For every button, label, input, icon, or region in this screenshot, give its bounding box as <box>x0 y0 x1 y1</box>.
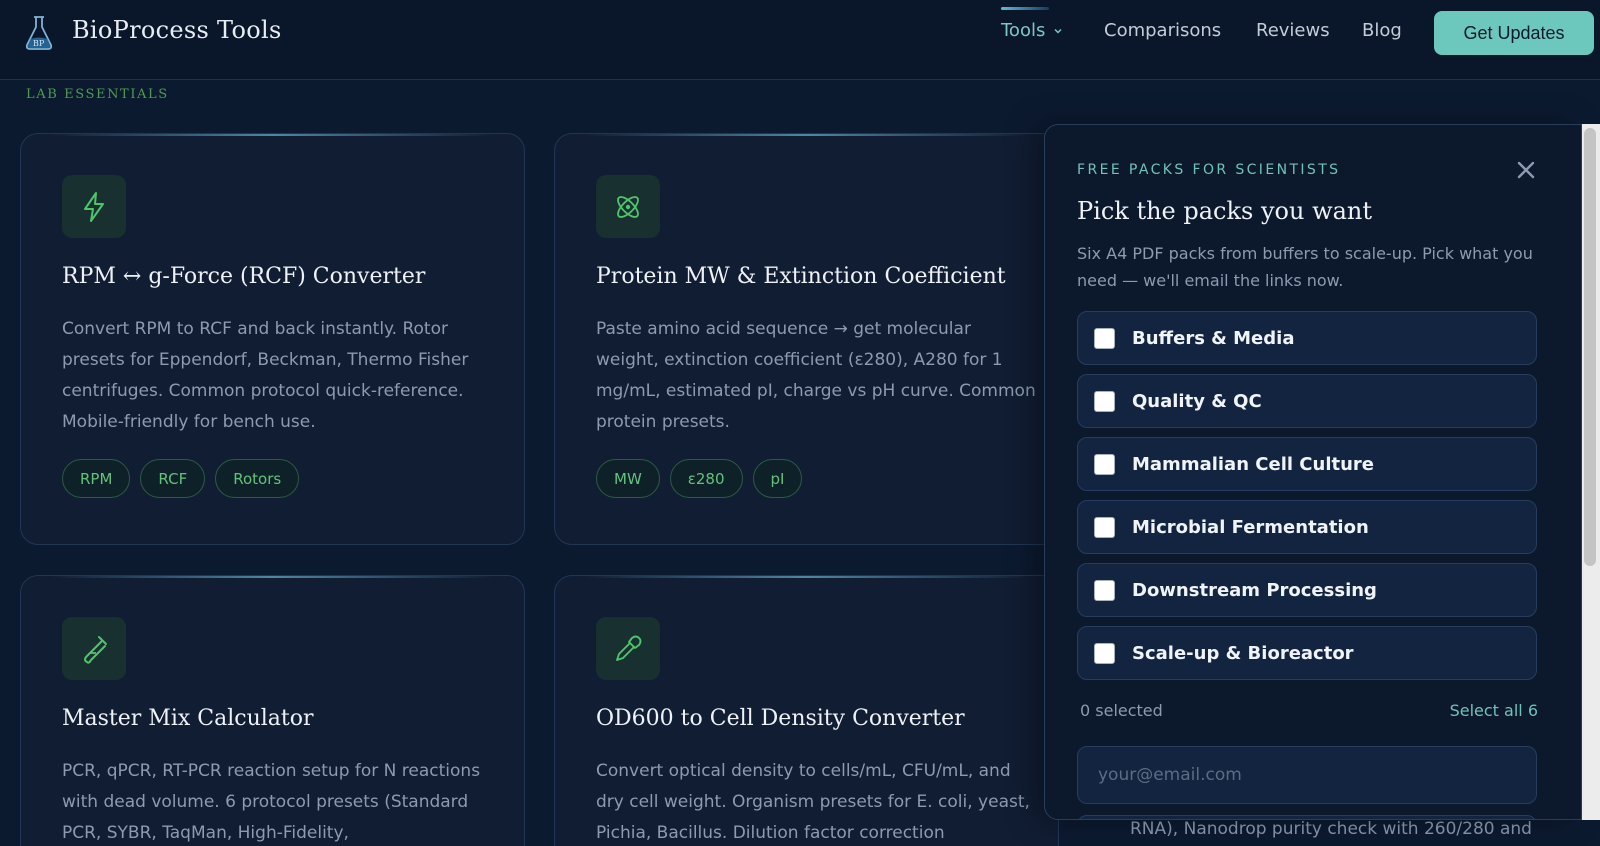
top-nav-bar: BP BioProcess Tools Tools Comparisons Re… <box>0 0 1600 80</box>
pack-option-microbial-fermentation[interactable]: Microbial Fermentation <box>1077 500 1537 554</box>
pack-label: Quality & QC <box>1132 390 1262 412</box>
pack-checkbox[interactable] <box>1094 390 1115 412</box>
lightning-icon <box>84 191 104 222</box>
brand-name[interactable]: BioProcess Tools <box>72 16 282 44</box>
card-icon-box <box>596 175 660 238</box>
card-title: RPM ↔ g-Force (RCF) Converter <box>62 264 426 289</box>
panel-subtitle: Six A4 PDF packs from buffers to scale-u… <box>1077 244 1533 290</box>
tool-card-master-mix[interactable]: Master Mix Calculator PCR, qPCR, RT-PCR … <box>20 575 525 846</box>
card-icon-box <box>62 175 126 238</box>
pack-option-buffers-media[interactable]: Buffers & Media <box>1077 311 1537 365</box>
tag-chip[interactable]: MW <box>596 459 660 498</box>
atom-icon <box>617 195 639 218</box>
pack-checkbox[interactable] <box>1094 453 1115 475</box>
card-title: Protein MW & Extinction Coefficient <box>596 264 1006 289</box>
tag-chip[interactable]: RCF <box>140 459 206 498</box>
chevron-down-icon <box>1054 28 1062 34</box>
pack-checkbox[interactable] <box>1094 327 1115 349</box>
pack-option-downstream-processing[interactable]: Downstream Processing <box>1077 563 1537 617</box>
card-tags: MW ε280 pI <box>596 459 803 498</box>
nav-tools-dropdown[interactable]: Tools <box>1001 20 1063 41</box>
tag-chip[interactable]: pI <box>752 459 803 498</box>
tag-chip[interactable]: RPM <box>62 459 131 498</box>
panel-next-field <box>1077 815 1537 819</box>
nav-blog[interactable]: Blog <box>1362 20 1402 41</box>
nav-reviews[interactable]: Reviews <box>1256 20 1330 41</box>
tool-card-rpm-converter[interactable]: RPM ↔ g-Force (RCF) Converter Convert RP… <box>20 133 525 545</box>
tag-chip[interactable]: ε280 <box>669 459 743 498</box>
card-title: Master Mix Calculator <box>62 706 314 731</box>
tool-card-od600[interactable]: OD600 to Cell Density Converter Convert … <box>554 575 1059 846</box>
selected-count: 0 selected <box>1080 701 1163 720</box>
test-tube-icon <box>84 635 107 664</box>
pack-label: Scale-up & Bioreactor <box>1132 642 1354 664</box>
panel-scrollbar-thumb[interactable] <box>1584 128 1596 566</box>
close-icon[interactable] <box>1515 159 1537 181</box>
pack-option-mammalian-cell-culture[interactable]: Mammalian Cell Culture <box>1077 437 1537 491</box>
pack-label: Mammalian Cell Culture <box>1132 453 1375 475</box>
tag-chip[interactable]: Rotors <box>215 459 300 498</box>
card-description: Paste amino acid sequence → get molecula… <box>596 319 1036 432</box>
card-tags: RPM RCF Rotors <box>62 459 300 498</box>
flask-logo-icon[interactable]: BP <box>24 14 54 52</box>
pack-label: Microbial Fermentation <box>1132 516 1369 538</box>
pack-checkbox[interactable] <box>1094 579 1115 601</box>
card-icon-box <box>62 617 126 680</box>
pack-label: Buffers & Media <box>1132 327 1295 349</box>
pack-checkbox[interactable] <box>1094 642 1115 664</box>
pack-option-quality-qc[interactable]: Quality & QC <box>1077 374 1537 428</box>
pack-option-scale-up-bioreactor[interactable]: Scale-up & Bioreactor <box>1077 626 1537 680</box>
pack-label: Downstream Processing <box>1132 579 1377 601</box>
background-card-text: RNA), Nanodrop purity check with 260/280… <box>1130 819 1532 839</box>
pipette-icon <box>616 635 642 661</box>
nav-comparisons[interactable]: Comparisons <box>1104 20 1221 41</box>
card-icon-box <box>596 617 660 680</box>
active-nav-indicator <box>1001 7 1049 10</box>
card-description: Convert optical density to cells/mL, CFU… <box>596 761 1030 843</box>
email-input[interactable] <box>1077 746 1537 804</box>
tool-card-protein-mw[interactable]: Protein MW & Extinction Coefficient Past… <box>554 133 1059 545</box>
card-description: PCR, qPCR, RT-PCR reaction setup for N r… <box>62 761 481 843</box>
panel-eyebrow: FREE PACKS FOR SCIENTISTS <box>1077 162 1341 178</box>
pack-checkbox[interactable] <box>1094 516 1115 538</box>
free-packs-panel: FREE PACKS FOR SCIENTISTS Pick the packs… <box>1044 124 1582 820</box>
nav-tools-label: Tools <box>1001 20 1046 41</box>
panel-title: Pick the packs you want <box>1077 197 1373 225</box>
section-eyebrow: LAB ESSENTIALS <box>26 87 169 102</box>
card-title: OD600 to Cell Density Converter <box>596 706 965 731</box>
svg-text:BP: BP <box>33 39 45 48</box>
get-updates-button[interactable]: Get Updates <box>1434 11 1594 55</box>
select-all-link[interactable]: Select all 6 <box>1448 701 1538 720</box>
card-description: Convert RPM to RCF and back instantly. R… <box>62 319 469 432</box>
